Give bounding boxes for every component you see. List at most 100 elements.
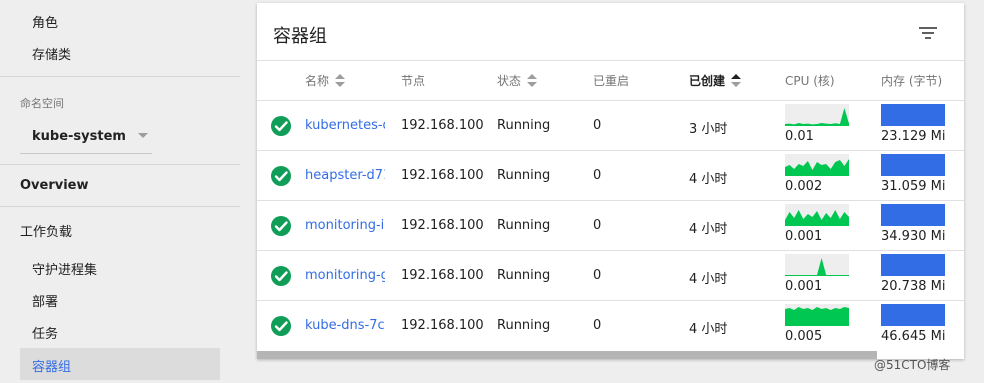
cpu-sparkline-area: [785, 108, 849, 126]
memory-usage-fill: [881, 304, 945, 326]
pod-node: 192.168.100: [401, 118, 484, 133]
cpu-sparkline: [785, 304, 849, 326]
pod-restarts: 0: [593, 168, 602, 183]
sidebar-divider: [0, 206, 240, 207]
column-header-label: CPU (核): [785, 74, 835, 88]
pods-card: 容器组 名称 节点 状态 已重启 已创建 CPU (核) 内存 (字节) kub…: [257, 3, 964, 359]
column-header-memory: 内存 (字节): [881, 72, 942, 89]
column-header-name[interactable]: 名称: [305, 72, 346, 89]
pod-age: 4 小时: [689, 222, 728, 237]
memory-usage-bar: [881, 204, 945, 226]
sidebar-item-workloads[interactable]: 工作负载: [20, 221, 72, 240]
column-header-restarts: 已重启: [593, 72, 629, 89]
sidebar-item-roles[interactable]: 角色: [32, 12, 58, 31]
memory-usage-value: 20.738 Mi: [881, 279, 946, 294]
check-circle-icon: [271, 166, 291, 186]
pod-status: Running: [497, 318, 551, 333]
cpu-sparkline-area: [785, 159, 849, 176]
column-header-label: 已重启: [593, 74, 630, 88]
table-row[interactable]: heapster-d71 192.168.100 Running 0 4 小时 0.002…: [257, 150, 964, 200]
cpu-sparkline-area: [785, 258, 849, 276]
pod-name-link[interactable]: monitoring-in: [305, 218, 385, 233]
sidebar-item-storage-classes[interactable]: 存储类: [32, 44, 71, 63]
pod-status: Running: [497, 218, 551, 233]
cpu-usage-value: 0.001: [785, 229, 823, 244]
cpu-sparkline-area: [785, 210, 849, 226]
column-header-label: 节点: [401, 74, 426, 88]
memory-usage-fill: [881, 254, 945, 276]
cpu-sparkline: [785, 154, 849, 176]
memory-usage-fill: [881, 204, 945, 226]
sidebar-item-pods[interactable]: 容器组: [20, 348, 220, 380]
sort-ascending-icon: [731, 73, 742, 88]
namespace-caption: 命名空间: [20, 97, 64, 110]
cpu-usage-value: 0.01: [785, 129, 814, 144]
memory-usage-value: 23.129 Mi: [881, 129, 946, 144]
column-header-cpu: CPU (核): [785, 72, 835, 89]
pod-status: Running: [497, 118, 551, 133]
memory-usage-fill: [881, 104, 945, 126]
memory-usage-bar: [881, 104, 945, 126]
sidebar: 角色 存储类 命名空间 kube-system Overview 工作负载 守护…: [0, 0, 240, 383]
column-header-status[interactable]: 状态: [497, 72, 538, 89]
horizontal-scrollbar[interactable]: [257, 351, 877, 359]
memory-usage-value: 31.059 Mi: [881, 179, 946, 194]
sidebar-divider: [0, 164, 240, 165]
sidebar-item-jobs[interactable]: 任务: [32, 323, 58, 342]
pod-status: Running: [497, 268, 551, 283]
pod-restarts: 0: [593, 318, 602, 333]
cpu-sparkline: [785, 204, 849, 226]
column-header-label: 名称: [305, 74, 330, 88]
column-header-label: 已创建: [689, 74, 726, 88]
pod-name-link[interactable]: kube-dns-7c7: [305, 318, 385, 333]
pod-name-link[interactable]: kubernetes-d: [305, 118, 385, 133]
table-row[interactable]: kube-dns-7c7 192.168.100 Running 0 4 小时 0.005…: [257, 300, 964, 350]
sort-icon: [335, 73, 346, 88]
pod-node: 192.168.100: [401, 218, 484, 233]
memory-usage-fill: [881, 154, 945, 176]
namespace-select[interactable]: kube-system: [20, 122, 152, 154]
cpu-usage-value: 0.001: [785, 279, 823, 294]
column-header-node: 节点: [401, 72, 425, 89]
pod-restarts: 0: [593, 218, 602, 233]
cpu-sparkline-area: [785, 307, 849, 326]
pod-node: 192.168.100: [401, 168, 484, 183]
pod-node: 192.168.100: [401, 268, 484, 283]
sidebar-item-deployments[interactable]: 部署: [32, 291, 58, 310]
sidebar-divider: [0, 76, 240, 77]
memory-usage-bar: [881, 304, 945, 326]
check-circle-icon: [271, 216, 291, 236]
pod-name-link[interactable]: monitoring-gr: [305, 268, 385, 283]
cpu-usage-value: 0.002: [785, 179, 823, 194]
card-title: 容器组: [273, 26, 327, 47]
sidebar-item-label: 容器组: [32, 360, 72, 375]
check-circle-icon: [271, 316, 291, 336]
pod-age: 4 小时: [689, 172, 728, 187]
cpu-usage-value: 0.005: [785, 329, 823, 344]
watermark-text: @51CTO博客: [874, 358, 951, 372]
pod-age: 4 小时: [689, 272, 728, 287]
memory-usage-bar: [881, 254, 945, 276]
pod-age: 3 小时: [689, 122, 728, 137]
pod-name-link[interactable]: heapster-d71: [305, 168, 385, 183]
table-row[interactable]: monitoring-gr 192.168.100 Running 0 4 小时 0.00…: [257, 250, 964, 300]
column-header-label: 内存 (字节): [881, 74, 943, 88]
memory-usage-value: 46.645 Mi: [881, 329, 946, 344]
filter-list-icon[interactable]: [917, 23, 939, 43]
pod-node: 192.168.100: [401, 318, 484, 333]
dropdown-caret-icon: [138, 133, 148, 138]
memory-usage-bar: [881, 154, 945, 176]
sidebar-item-daemon-sets[interactable]: 守护进程集: [32, 259, 97, 278]
table-row[interactable]: kubernetes-d 192.168.100 Running 0 3 小时 0.01 2…: [257, 100, 964, 150]
cpu-sparkline: [785, 254, 849, 276]
memory-usage-value: 34.930 Mi: [881, 229, 946, 244]
sidebar-item-overview[interactable]: Overview: [20, 178, 89, 193]
pod-age: 4 小时: [689, 322, 728, 337]
sort-icon: [527, 73, 538, 88]
column-header-age[interactable]: 已创建: [689, 72, 742, 89]
table-row[interactable]: monitoring-in 192.168.100 Running 0 4 小时 0.00…: [257, 200, 964, 250]
column-header-label: 状态: [497, 74, 522, 88]
pod-restarts: 0: [593, 268, 602, 283]
check-circle-icon: [271, 266, 291, 286]
namespace-value: kube-system: [32, 129, 126, 144]
